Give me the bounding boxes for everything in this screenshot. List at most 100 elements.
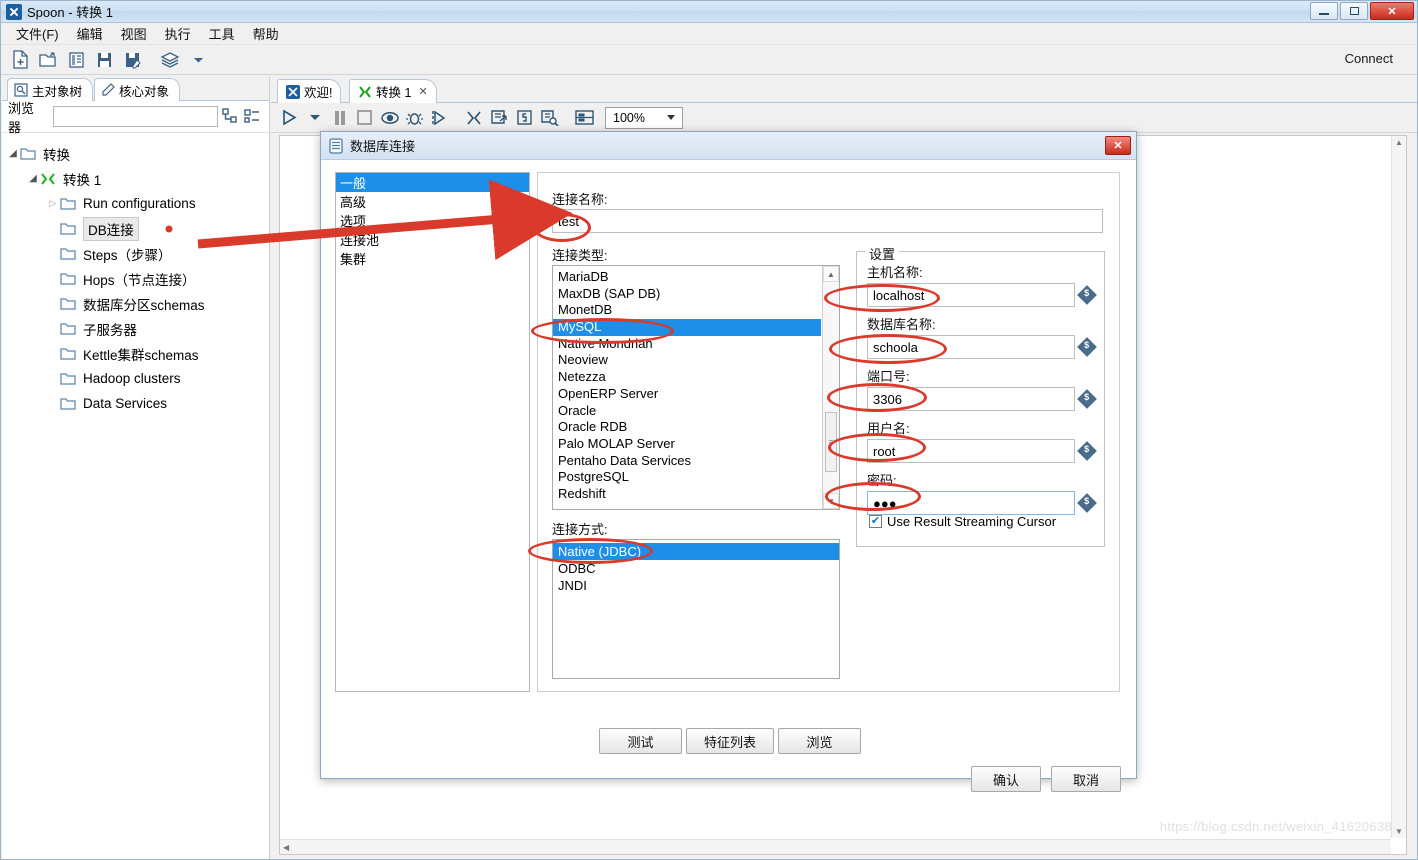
tab-core-objects[interactable]: 核心对象 <box>94 78 181 101</box>
tree-item[interactable]: Run configurations <box>2 191 269 216</box>
access-method-option[interactable]: JNDI <box>553 577 839 594</box>
dialog-nav-item[interactable]: 集群 <box>336 249 529 268</box>
connection-type-option[interactable]: Pentaho Data Services <box>553 453 821 470</box>
tree-item[interactable]: 子服务器 <box>2 316 269 341</box>
use-result-streaming-cursor-checkbox[interactable]: ✔ <box>869 515 882 528</box>
canvas-horizontal-scrollbar[interactable]: ◀ <box>280 839 1391 854</box>
connection-type-option[interactable]: Oracle RDB <box>553 419 821 436</box>
scroll-up-icon[interactable]: ▲ <box>823 266 839 282</box>
scroll-down-icon[interactable]: ▼ <box>823 493 839 509</box>
grid-icon[interactable] <box>572 106 597 130</box>
ok-button[interactable]: 确认 <box>971 766 1041 792</box>
test-button[interactable]: 测试 <box>599 728 682 754</box>
menu-help[interactable]: 帮助 <box>244 22 288 45</box>
scroll-down-icon[interactable]: ▼ <box>1392 827 1406 836</box>
dialog-close-button[interactable]: ✕ <box>1105 136 1131 155</box>
maximize-button[interactable] <box>1340 2 1368 20</box>
tree-item[interactable]: 转换 1 <box>2 166 269 191</box>
access-method-option[interactable]: Native (JDBC) <box>553 543 839 560</box>
explore-button[interactable]: 浏览 <box>778 728 861 754</box>
menu-edit[interactable]: 编辑 <box>68 22 112 45</box>
canvas-vertical-scrollbar[interactable]: ▲ ▼ <box>1391 136 1406 838</box>
tree-item[interactable]: Kettle集群schemas <box>2 341 269 366</box>
minimize-button[interactable] <box>1310 2 1338 20</box>
database-name-field[interactable]: schoola <box>867 335 1075 359</box>
zoom-select[interactable]: 100% <box>605 106 683 129</box>
tree-item[interactable]: Data Services <box>2 391 269 416</box>
new-file-icon[interactable] <box>7 48 33 72</box>
port-field[interactable]: 3306 <box>867 387 1075 411</box>
connection-type-list[interactable]: MariaDB MaxDB (SAP DB) MonetDB MySQL Native … <box>552 265 840 510</box>
dialog-nav-item[interactable]: 高级 <box>336 192 529 211</box>
access-method-list[interactable]: Native (JDBC) ODBC JNDI <box>552 539 840 679</box>
layers-icon[interactable] <box>157 48 183 72</box>
connection-type-option[interactable]: PostgreSQL <box>553 469 821 486</box>
connection-type-option[interactable]: Neoview <box>553 352 821 369</box>
hostname-field[interactable]: localhost <box>867 283 1075 307</box>
connection-type-option[interactable]: Native Mondrian <box>553 336 821 353</box>
dialog-nav-list[interactable]: 一般 高级 选项 连接池 集群 <box>335 172 530 692</box>
connection-type-option[interactable]: Redshift <box>553 486 821 503</box>
save-as-icon[interactable] <box>119 48 145 72</box>
tree-item[interactable]: Hops（节点连接） <box>2 266 269 291</box>
connection-type-option[interactable]: Netezza <box>553 369 821 386</box>
tree-item[interactable]: Hadoop clusters <box>2 366 269 391</box>
scroll-up-icon[interactable]: ▲ <box>1392 138 1406 147</box>
sql-icon[interactable] <box>512 106 537 130</box>
tree-expander-icon[interactable] <box>26 173 40 184</box>
connect-label[interactable]: Connect <box>1345 51 1393 66</box>
tree-item[interactable]: 数据库分区schemas <box>2 291 269 316</box>
use-result-streaming-cursor-row[interactable]: ✔ Use Result Streaming Cursor <box>869 514 1056 529</box>
close-button[interactable]: ✕ <box>1370 2 1414 20</box>
dialog-nav-item[interactable]: 连接池 <box>336 230 529 249</box>
connection-type-option[interactable]: MonetDB <box>553 302 821 319</box>
tree-expander-icon[interactable] <box>46 198 60 209</box>
scroll-left-icon[interactable]: ◀ <box>283 843 289 852</box>
connection-type-option[interactable]: OpenERP Server <box>553 386 821 403</box>
transformation-icon[interactable] <box>462 106 487 130</box>
stop-icon[interactable] <box>352 106 377 130</box>
menu-view[interactable]: 视图 <box>112 22 156 45</box>
explorer-icon[interactable] <box>63 48 89 72</box>
pause-icon[interactable] <box>327 106 352 130</box>
run-icon[interactable] <box>277 106 302 130</box>
tree-item[interactable]: Steps（步骤） <box>2 241 269 266</box>
connection-name-input[interactable]: test <box>552 209 1103 233</box>
connection-type-option[interactable]: MaxDB (SAP DB) <box>553 286 821 303</box>
variable-dollar-icon[interactable]: $ <box>1077 493 1097 513</box>
tab-welcome[interactable]: 欢迎! <box>277 79 342 103</box>
variable-dollar-icon[interactable]: $ <box>1077 285 1097 305</box>
cancel-button[interactable]: 取消 <box>1051 766 1121 792</box>
connection-type-option[interactable]: Palo MOLAP Server <box>553 436 821 453</box>
variable-dollar-icon[interactable]: $ <box>1077 441 1097 461</box>
tree-expander-icon[interactable] <box>6 148 20 159</box>
connection-type-option[interactable]: MySQL <box>553 319 821 336</box>
tree-item[interactable]: DB连接 <box>2 216 269 241</box>
access-method-option[interactable]: ODBC <box>553 560 839 577</box>
password-field[interactable]: ●●● <box>867 491 1075 515</box>
expand-all-icon[interactable] <box>243 107 263 127</box>
debug-icon[interactable] <box>402 106 427 130</box>
dropdown-caret-icon[interactable] <box>185 48 211 72</box>
menu-run[interactable]: 执行 <box>156 22 200 45</box>
open-folder-icon[interactable] <box>35 48 61 72</box>
tab-transformation-1[interactable]: 转换 1 ✕ <box>349 79 437 103</box>
connection-type-option[interactable]: Oracle <box>553 403 821 420</box>
browser-search-input[interactable] <box>52 106 218 127</box>
feature-list-button[interactable]: 特征列表 <box>686 728 774 754</box>
dialog-nav-item[interactable]: 一般 <box>336 173 529 192</box>
scrollbar-thumb[interactable]: ≡ <box>825 412 837 472</box>
preview-icon[interactable] <box>377 106 402 130</box>
close-icon[interactable]: ✕ <box>418 85 427 98</box>
menu-file[interactable]: 文件(F) <box>7 22 68 45</box>
dialog-nav-item[interactable]: 选项 <box>336 211 529 230</box>
search-metadata-icon[interactable] <box>537 106 562 130</box>
menu-tools[interactable]: 工具 <box>200 22 244 45</box>
variable-dollar-icon[interactable]: $ <box>1077 337 1097 357</box>
tab-main-object-tree[interactable]: 主对象树 <box>7 78 94 101</box>
run-options-caret-icon[interactable] <box>302 106 327 130</box>
tree-item[interactable]: 转换 <box>2 141 269 166</box>
replay-icon[interactable] <box>427 106 452 130</box>
collapse-all-icon[interactable] <box>221 107 241 127</box>
connection-type-option[interactable]: MariaDB <box>553 269 821 286</box>
